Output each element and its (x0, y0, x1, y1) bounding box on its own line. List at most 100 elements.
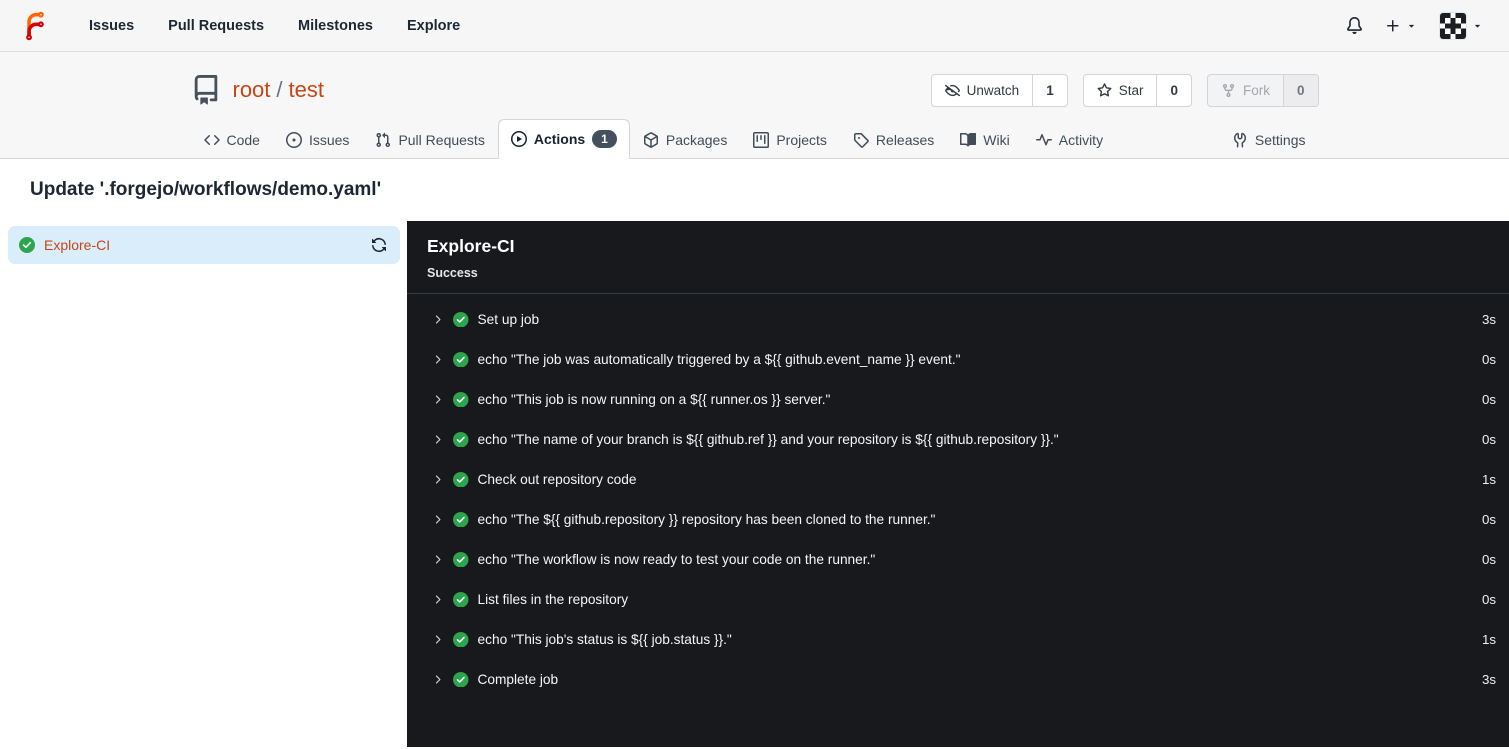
tab-activity-label: Activity (1058, 132, 1104, 149)
actions-count-badge: 1 (592, 130, 617, 149)
eye-closed-icon (944, 84, 960, 96)
tab-packages[interactable]: Packages (630, 121, 740, 159)
git-pull-request-icon (376, 132, 391, 148)
create-new-dropdown[interactable] (1385, 18, 1417, 34)
tab-pull-requests[interactable]: Pull Requests (362, 121, 497, 159)
chevron-right-icon[interactable] (431, 513, 444, 526)
step-row[interactable]: List files in the repository 0s (407, 579, 1509, 619)
tools-icon (1233, 133, 1246, 148)
job-item-explore-ci[interactable]: Explore-CI (8, 226, 400, 265)
chevron-down-icon (1474, 24, 1481, 28)
step-row[interactable]: echo "The workflow is now ready to test … (407, 539, 1509, 579)
forgejo-logo-icon[interactable] (20, 11, 50, 41)
tab-wiki[interactable]: Wiki (947, 121, 1022, 159)
user-menu-dropdown[interactable] (1439, 11, 1483, 40)
tab-issues[interactable]: Issues (273, 121, 362, 159)
watchers-count[interactable]: 1 (1032, 74, 1067, 106)
unwatch-button[interactable]: Unwatch (932, 75, 1033, 106)
tab-projects-label: Projects (776, 132, 827, 149)
nav-item-explore[interactable]: Explore (394, 10, 473, 42)
step-row[interactable]: Set up job 3s (407, 299, 1509, 339)
tab-releases-label: Releases (875, 132, 935, 149)
run-log-panel: Explore-CI Success Set up job 3s echo "T… (407, 221, 1509, 748)
step-row[interactable]: echo "This job is now running on a ${{ r… (407, 379, 1509, 419)
step-duration: 0s (1481, 511, 1496, 527)
jobs-sidebar: Explore-CI (0, 221, 407, 748)
success-check-icon (453, 311, 469, 328)
chevron-right-icon[interactable] (431, 553, 444, 566)
step-duration: 0s (1481, 591, 1496, 607)
success-check-icon (453, 631, 469, 648)
step-row[interactable]: Complete job 3s (407, 659, 1509, 699)
step-duration: 0s (1481, 351, 1496, 367)
chevron-right-icon[interactable] (431, 353, 444, 366)
step-duration: 1s (1481, 631, 1496, 647)
tab-pull-requests-label: Pull Requests (398, 132, 485, 149)
project-icon (753, 132, 770, 149)
tab-settings[interactable]: Settings (1219, 121, 1319, 159)
breadcrumb-separator: / (276, 77, 283, 102)
chevron-right-icon[interactable] (431, 473, 444, 486)
star-button[interactable]: Star (1084, 75, 1157, 106)
step-row[interactable]: echo "The job was automatically triggere… (407, 339, 1509, 379)
chevron-right-icon[interactable] (431, 633, 444, 646)
step-duration: 0s (1481, 551, 1496, 567)
tab-actions-label: Actions (533, 131, 586, 148)
nav-item-pull-requests[interactable]: Pull Requests (155, 10, 277, 42)
job-name: Explore-CI (44, 237, 111, 254)
step-name: echo "The workflow is now ready to test … (477, 551, 876, 567)
success-check-icon (453, 511, 469, 528)
forks-count[interactable]: 0 (1282, 74, 1318, 106)
chevron-right-icon[interactable] (431, 433, 444, 446)
chevron-right-icon[interactable] (431, 313, 444, 326)
fork-button-group: Fork 0 (1206, 73, 1319, 107)
pulse-icon (1035, 134, 1052, 146)
nav-item-issues[interactable]: Issues (76, 10, 147, 42)
step-name: Set up job (477, 311, 540, 327)
issue-opened-icon (285, 132, 302, 149)
step-row[interactable]: echo "The name of your branch is ${{ git… (407, 419, 1509, 459)
run-title: Update '.forgejo/workflows/demo.yaml' (30, 179, 382, 201)
chevron-right-icon[interactable] (431, 393, 444, 406)
tab-activity[interactable]: Activity (1023, 121, 1116, 159)
step-duration: 3s (1481, 671, 1496, 687)
avatar (1439, 11, 1467, 40)
play-circle-icon (510, 131, 527, 148)
step-name: echo "This job is now running on a ${{ r… (477, 391, 831, 407)
success-check-icon (453, 391, 469, 408)
run-status-text: Success (427, 266, 478, 281)
star-icon (1097, 82, 1112, 97)
unwatch-label: Unwatch (966, 82, 1020, 98)
rerun-job-icon[interactable] (371, 237, 387, 253)
repo-name-link[interactable]: test (289, 77, 324, 102)
step-duration: 3s (1481, 311, 1496, 327)
tab-projects[interactable]: Projects (740, 121, 840, 159)
fork-button[interactable]: Fork (1208, 75, 1283, 106)
repo-book-icon (191, 75, 221, 105)
success-check-icon (453, 591, 469, 608)
step-row[interactable]: echo "The ${{ github.repository }} repos… (407, 499, 1509, 539)
star-label: Star (1118, 82, 1144, 98)
tab-code[interactable]: Code (191, 121, 273, 159)
chevron-right-icon[interactable] (431, 593, 444, 606)
repo-owner-link[interactable]: root (233, 77, 271, 102)
success-check-icon (19, 237, 35, 254)
repo-name: root / test (233, 77, 325, 103)
tag-icon (853, 133, 869, 149)
navbar-left: Issues Pull Requests Milestones Explore (20, 10, 473, 42)
step-row[interactable]: Check out repository code 1s (407, 459, 1509, 499)
run-panel-job-title: Explore-CI (427, 236, 515, 257)
repo-action-buttons: Unwatch 1 Star 0 Fork 0 (930, 73, 1319, 107)
run-panel-header: Explore-CI Success (407, 221, 1509, 295)
nav-item-milestones[interactable]: Milestones (285, 10, 386, 42)
tab-actions[interactable]: Actions 1 (497, 119, 630, 160)
stars-count[interactable]: 0 (1156, 74, 1191, 106)
notifications-bell-icon[interactable] (1346, 17, 1363, 34)
chevron-right-icon[interactable] (431, 673, 444, 686)
step-row[interactable]: echo "This job's status is ${{ job.statu… (407, 619, 1509, 659)
step-name: echo "This job's status is ${{ job.statu… (477, 631, 732, 647)
step-name: echo "The name of your branch is ${{ git… (477, 431, 1059, 447)
tab-releases[interactable]: Releases (840, 121, 947, 159)
step-duration: 0s (1481, 391, 1496, 407)
step-name: Complete job (477, 671, 559, 687)
